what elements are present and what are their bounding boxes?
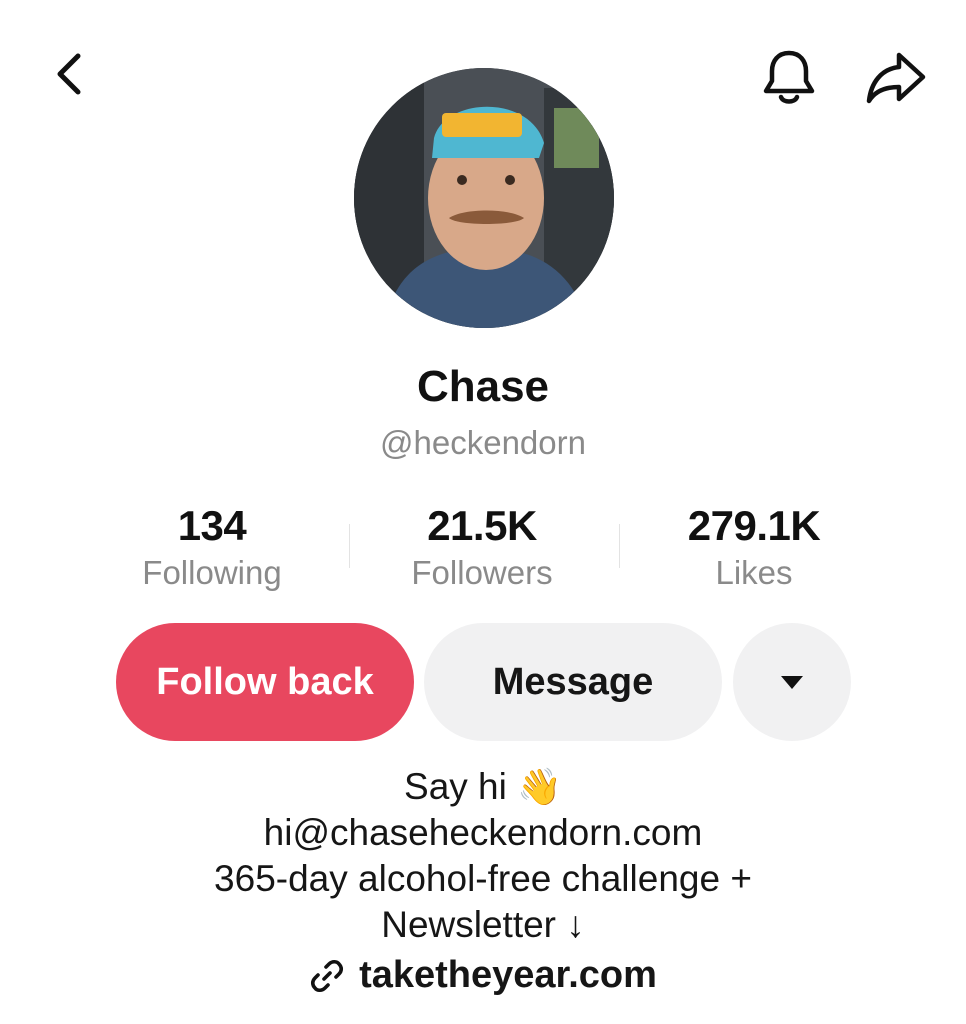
bio-line-challenge: 365-day alcohol-free challenge + — [214, 858, 752, 899]
chevron-left-icon — [57, 53, 81, 95]
display-name: Chase — [416, 362, 550, 411]
bio-line-greeting: Say hi 👋 — [0, 764, 966, 810]
share-button[interactable] — [860, 44, 932, 110]
stat-divider — [619, 524, 620, 568]
likes-count: 279.1K — [687, 502, 821, 549]
follow-back-button[interactable]: Follow back — [116, 623, 414, 741]
back-button[interactable] — [40, 44, 100, 104]
bio-link-text: taketheyear.com — [359, 954, 657, 996]
bio-line-newsletter: Newsletter ↓ — [381, 904, 585, 945]
stat-divider — [349, 524, 350, 568]
bell-icon — [763, 50, 815, 104]
likes-stat[interactable]: 279.1K Likes — [624, 502, 884, 592]
avatar[interactable] — [354, 68, 614, 328]
link-icon — [311, 959, 344, 992]
profile-page: Chase @heckendorn 134 Following 21.5K Fo… — [0, 0, 966, 1024]
notifications-button[interactable] — [756, 44, 822, 110]
bio-link[interactable]: taketheyear.com — [0, 954, 966, 997]
bio: Say hi 👋 hi@chaseheckendorn.com 365-day … — [0, 764, 966, 948]
followers-stat[interactable]: 21.5K Followers — [352, 502, 612, 592]
followers-count: 21.5K — [427, 502, 537, 549]
share-arrow-icon — [866, 52, 926, 104]
following-label: Following — [142, 554, 282, 591]
message-button[interactable]: Message — [424, 623, 722, 741]
username-handle: @heckendorn — [380, 424, 586, 461]
caret-down-icon — [781, 676, 803, 689]
following-stat[interactable]: 134 Following — [82, 502, 342, 592]
following-count: 134 — [177, 502, 247, 549]
waving-hand-icon: 👋 — [517, 766, 562, 807]
bio-greeting-text: Say hi — [404, 766, 507, 807]
avatar-photo — [354, 68, 614, 328]
likes-label: Likes — [715, 554, 793, 591]
bio-email: hi@chaseheckendorn.com — [263, 812, 703, 853]
followers-label: Followers — [411, 554, 553, 591]
more-options-button[interactable] — [733, 623, 851, 741]
